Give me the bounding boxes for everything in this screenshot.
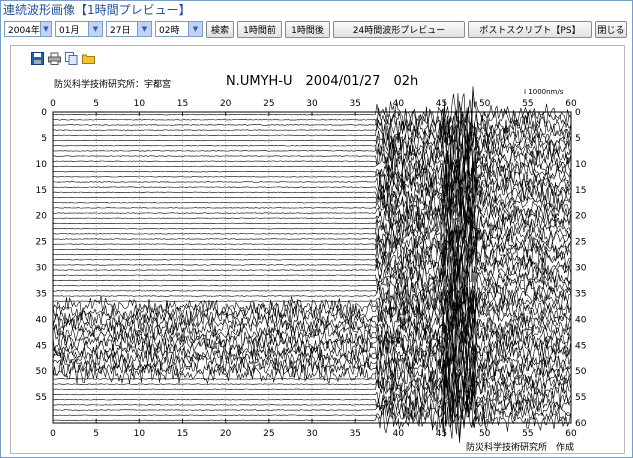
- prev-hour-button[interactable]: 1時間前: [237, 20, 282, 38]
- month-select[interactable]: 01月 ▼: [55, 21, 103, 37]
- toolbar: 2004年 ▼ 01月 ▼ 27日 ▼ 02時 ▼ 検索 1時間前 1時間後 2…: [4, 20, 630, 38]
- year-select[interactable]: 2004年 ▼: [4, 21, 52, 37]
- postscript-button[interactable]: ポストスクリプト【PS】: [468, 20, 592, 38]
- window-title: 連続波形画像【1時間プレビュー】: [3, 3, 191, 17]
- preview-24h-button[interactable]: 24時間波形プレビュー: [333, 20, 465, 38]
- folder-icon[interactable]: [81, 52, 95, 65]
- image-toolbar: [30, 52, 95, 65]
- chevron-down-icon[interactable]: ▼: [188, 22, 202, 36]
- chevron-down-icon[interactable]: ▼: [88, 22, 102, 36]
- hour-select[interactable]: 02時 ▼: [155, 21, 203, 37]
- chevron-down-icon[interactable]: ▼: [39, 22, 51, 36]
- copy-icon[interactable]: [64, 52, 78, 65]
- hour-value: 02時: [159, 25, 180, 36]
- print-icon[interactable]: [47, 52, 61, 65]
- next-hour-button[interactable]: 1時間後: [285, 20, 330, 38]
- waveform-panel: [10, 45, 625, 454]
- search-button[interactable]: 検索: [206, 20, 234, 38]
- save-icon[interactable]: [30, 52, 44, 65]
- day-select[interactable]: 27日 ▼: [106, 21, 152, 37]
- chevron-down-icon[interactable]: ▼: [137, 22, 151, 36]
- month-value: 01月: [59, 25, 80, 36]
- day-value: 27日: [110, 25, 131, 36]
- close-button[interactable]: 閉じる: [595, 20, 627, 38]
- year-value: 2004年: [8, 25, 40, 36]
